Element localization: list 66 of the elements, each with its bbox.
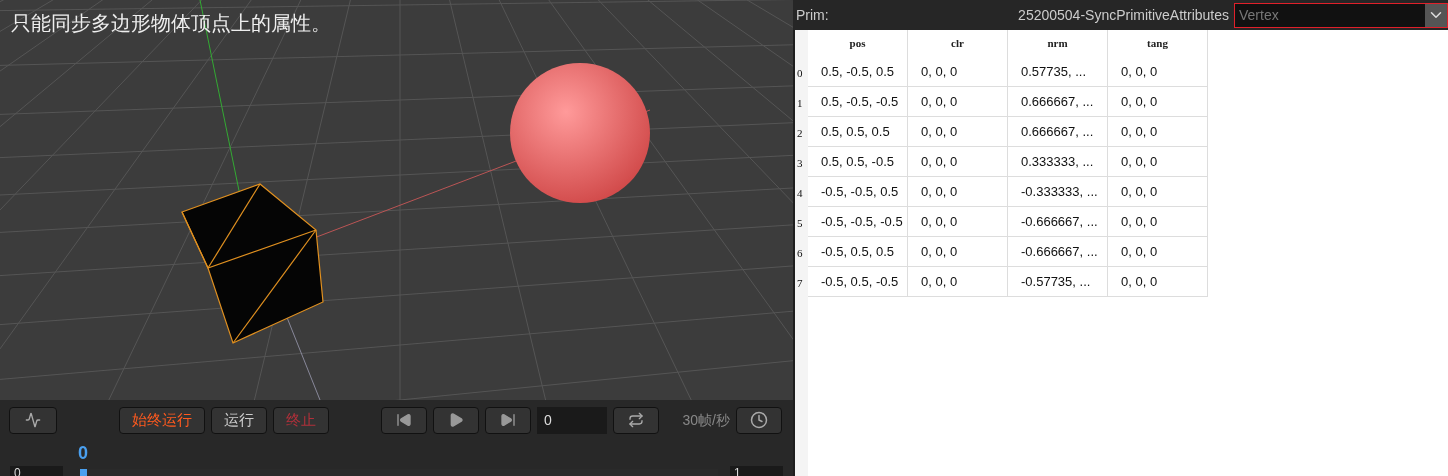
table-cell: 0.333333, ... bbox=[1008, 147, 1108, 176]
table-cell: -0.5, -0.5, 0.5 bbox=[808, 177, 908, 206]
table-cell: 0, 0, 0 bbox=[908, 207, 1008, 236]
mode-dropdown[interactable]: Vertex bbox=[1234, 2, 1448, 28]
row-index: 4 bbox=[797, 186, 803, 201]
row-index: 7 bbox=[797, 276, 803, 291]
prim-name: 25200504-SyncPrimitiveAttributes bbox=[1018, 5, 1229, 25]
column-header[interactable]: clr bbox=[908, 30, 1008, 57]
table-cell: -0.666667, ... bbox=[1008, 207, 1108, 236]
table-cell: 0, 0, 0 bbox=[1108, 87, 1208, 116]
row-index: 0 bbox=[797, 66, 803, 81]
table-cell: -0.666667, ... bbox=[1008, 237, 1108, 266]
table-cell: -0.333333, ... bbox=[1008, 177, 1108, 206]
table-cell: 0.5, -0.5, 0.5 bbox=[808, 57, 908, 86]
row-index: 5 bbox=[797, 216, 803, 231]
table-cell: 0, 0, 0 bbox=[908, 177, 1008, 206]
row-index: 6 bbox=[797, 246, 803, 261]
run-button[interactable]: 运行 bbox=[211, 406, 267, 434]
current-frame-label: 0 bbox=[78, 443, 88, 463]
column-header[interactable]: nrm bbox=[1008, 30, 1108, 57]
graph-view-button[interactable] bbox=[9, 406, 57, 434]
loop-button[interactable] bbox=[613, 406, 659, 434]
table-cell: -0.57735, ... bbox=[1008, 267, 1108, 296]
fps-label: 30帧/秒 bbox=[682, 410, 730, 430]
clock-button[interactable] bbox=[736, 406, 782, 434]
timeline-thumb[interactable] bbox=[80, 469, 87, 476]
repeat-icon bbox=[628, 412, 644, 428]
run-always-button[interactable]: 始终运行 bbox=[119, 406, 205, 434]
row-index: 2 bbox=[797, 126, 803, 141]
table-cell: 0.57735, ... bbox=[1008, 57, 1108, 86]
play-icon bbox=[448, 412, 464, 428]
clock-icon bbox=[750, 411, 768, 429]
next-frame-button[interactable] bbox=[485, 406, 531, 434]
table-cell: -0.5, -0.5, -0.5 bbox=[808, 207, 908, 236]
table-cell: 0, 0, 0 bbox=[1108, 237, 1208, 266]
table-cell: 0, 0, 0 bbox=[1108, 207, 1208, 236]
row-index: 1 bbox=[797, 96, 803, 111]
table-cell: 0.5, 0.5, -0.5 bbox=[808, 147, 908, 176]
table-cell: -0.5, 0.5, -0.5 bbox=[808, 267, 908, 296]
table-cell: 0, 0, 0 bbox=[908, 57, 1008, 86]
table-cell: 0.666667, ... bbox=[1008, 117, 1108, 146]
table-cell: 0, 0, 0 bbox=[1108, 267, 1208, 296]
column-header[interactable]: tang bbox=[1108, 30, 1208, 57]
frame-input[interactable]: 0 bbox=[537, 406, 607, 434]
table-cell: 0, 0, 0 bbox=[908, 267, 1008, 296]
table-cell: 0, 0, 0 bbox=[908, 237, 1008, 266]
chart-icon bbox=[25, 412, 41, 428]
table-cell: 0, 0, 0 bbox=[1108, 117, 1208, 146]
skip-back-icon bbox=[396, 412, 412, 428]
row-index: 3 bbox=[797, 156, 803, 171]
table-cell: 0.5, -0.5, -0.5 bbox=[808, 87, 908, 116]
prim-label: Prim: bbox=[796, 5, 829, 25]
table-cell: 0, 0, 0 bbox=[908, 147, 1008, 176]
table-cell: 0, 0, 0 bbox=[1108, 177, 1208, 206]
column-header[interactable]: pos bbox=[808, 30, 908, 57]
viewport-caption: 只能同步多边形物体顶点上的属性。 bbox=[10, 11, 332, 36]
table-cell: 0, 0, 0 bbox=[1108, 147, 1208, 176]
table-cell: 0, 0, 0 bbox=[908, 87, 1008, 116]
previous-frame-button[interactable] bbox=[381, 406, 427, 434]
skip-forward-icon bbox=[500, 412, 516, 428]
table-cell: 0, 0, 0 bbox=[908, 117, 1008, 146]
play-button[interactable] bbox=[433, 406, 479, 434]
table-cell: 0.666667, ... bbox=[1008, 87, 1108, 116]
table-cell: -0.5, 0.5, 0.5 bbox=[808, 237, 908, 266]
table-cell: 0, 0, 0 bbox=[1108, 57, 1208, 86]
table-cell: 0.5, 0.5, 0.5 bbox=[808, 117, 908, 146]
